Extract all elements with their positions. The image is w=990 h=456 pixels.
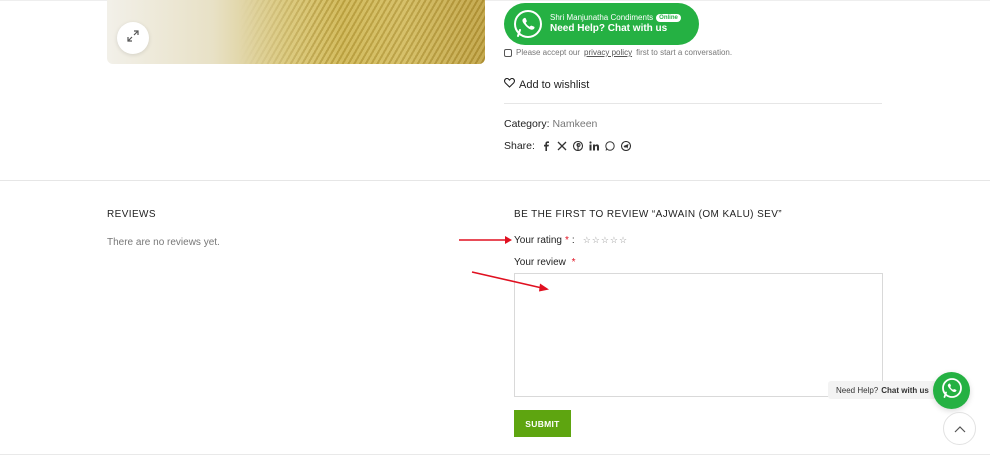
consent-prefix: Please accept our: [516, 48, 581, 57]
whatsapp-chat-button[interactable]: Shri Manjunatha Condiments Online Need H…: [504, 3, 699, 45]
whatsapp-icon: [941, 377, 963, 404]
divider: [504, 103, 882, 104]
review-label-row: Your review *: [514, 257, 576, 268]
store-name: Shri Manjunatha Condiments: [550, 12, 654, 22]
whatsapp-icon: [512, 8, 544, 40]
privacy-policy-link[interactable]: privacy policy: [584, 48, 632, 57]
chat-label-prefix: Need Help?: [836, 385, 879, 395]
chat-label-bold: Chat with us: [881, 385, 929, 395]
rating-row: Your rating * : ☆ ☆ ☆ ☆ ☆: [514, 235, 627, 246]
consent-row: Please accept our privacy policy first t…: [504, 48, 732, 57]
scroll-to-top-button[interactable]: [943, 412, 976, 445]
expand-icon: [127, 29, 139, 47]
category-label: Category:: [504, 118, 550, 130]
product-image[interactable]: [107, 0, 485, 64]
section-divider: [0, 180, 990, 181]
add-to-wishlist-button[interactable]: Add to wishlist: [504, 77, 590, 91]
category-row: Category: Namkeen: [504, 118, 597, 130]
review-required-mark: *: [571, 257, 576, 268]
annotation-arrow-rating: [459, 236, 512, 244]
chat-label[interactable]: Need Help? Chat with us: [828, 381, 937, 399]
no-reviews-text: There are no reviews yet.: [107, 237, 220, 248]
product-image-texture: [107, 0, 485, 64]
linkedin-icon[interactable]: [589, 141, 599, 151]
telegram-icon[interactable]: [620, 141, 631, 151]
star-3[interactable]: ☆: [601, 235, 609, 246]
facebook-icon[interactable]: [541, 141, 551, 151]
wishlist-label: Add to wishlist: [519, 78, 590, 91]
star-5[interactable]: ☆: [619, 235, 627, 246]
help-text: Need Help? Chat with us: [550, 23, 668, 35]
submit-button[interactable]: SUBMIT: [514, 410, 571, 437]
consent-suffix: first to start a conversation.: [636, 48, 733, 57]
share-row: Share:: [504, 140, 631, 152]
rating-colon: :: [571, 235, 575, 246]
online-badge: Online: [656, 13, 681, 23]
reviews-title: REVIEWS: [107, 209, 156, 220]
star-2[interactable]: ☆: [592, 235, 600, 246]
rating-required-mark: *: [565, 235, 569, 246]
bottom-border: [0, 454, 990, 455]
zoom-button[interactable]: [117, 22, 149, 54]
whatsapp-float-button[interactable]: [933, 372, 970, 409]
review-textarea[interactable]: [514, 273, 883, 397]
x-icon[interactable]: [557, 141, 567, 151]
pinterest-icon[interactable]: [572, 141, 583, 151]
star-rating: ☆ ☆ ☆ ☆ ☆: [583, 235, 627, 246]
share-label: Share:: [504, 140, 535, 152]
review-form-heading: BE THE FIRST TO REVIEW “AJWAIN (OM KALU)…: [514, 209, 783, 220]
star-4[interactable]: ☆: [610, 235, 618, 246]
category-link[interactable]: Namkeen: [552, 118, 597, 130]
whatsapp-icon[interactable]: [605, 141, 615, 151]
chevron-up-icon: [954, 420, 966, 438]
star-1[interactable]: ☆: [583, 235, 591, 246]
rating-label: Your rating: [514, 235, 562, 246]
review-label: Your review: [514, 257, 566, 268]
heart-icon: [504, 77, 515, 91]
consent-checkbox[interactable]: [504, 48, 512, 57]
